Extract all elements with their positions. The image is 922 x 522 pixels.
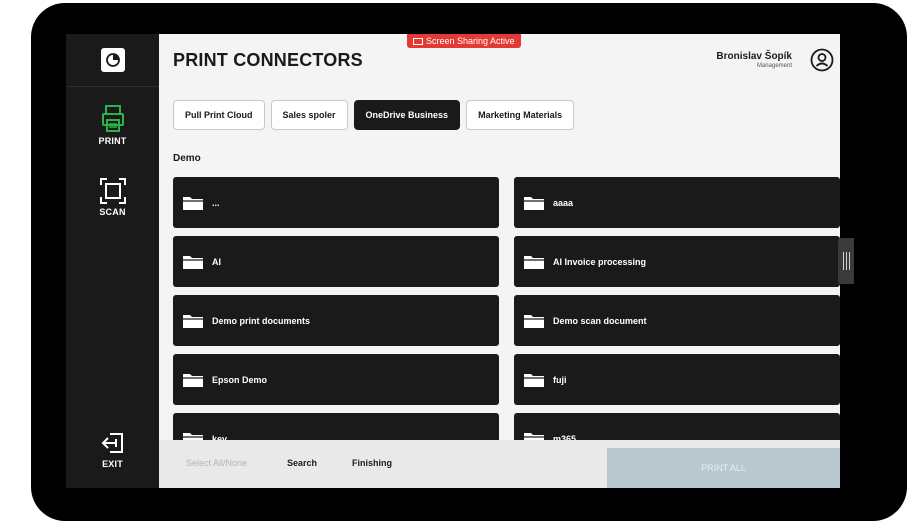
user-role: Management xyxy=(756,63,792,69)
folder-name: Demo print documents xyxy=(212,315,311,326)
connector-tabs: Pull Print Cloud Sales spoler OneDrive B… xyxy=(173,100,575,130)
screen-share-icon xyxy=(413,37,423,45)
folder-icon xyxy=(524,373,544,387)
user-name: Bronislav Šopík xyxy=(716,51,792,62)
finishing-button[interactable]: Finishing xyxy=(352,458,392,468)
folder-icon xyxy=(183,373,203,387)
folder-icon xyxy=(183,314,203,328)
folder-name: Demo scan document xyxy=(553,315,647,326)
folder-icon xyxy=(524,196,544,210)
print-all-button[interactable]: PRINT ALL xyxy=(607,448,840,488)
folder-name: fuji xyxy=(553,374,567,385)
search-button[interactable]: Search xyxy=(287,458,317,468)
scan-icon xyxy=(99,178,126,204)
page-title: PRINT CONNECTORS xyxy=(173,50,363,70)
screen-sharing-text: Screen Sharing Active xyxy=(426,36,515,46)
user-avatar-icon[interactable] xyxy=(810,48,834,72)
main-content: PRINT CONNECTORS Screen Sharing Active B… xyxy=(159,34,840,488)
folder-name: Epson Demo xyxy=(212,374,268,385)
tab-marketing-materials[interactable]: Marketing Materials xyxy=(466,100,575,130)
sidebar-item-label: PRINT xyxy=(98,136,127,146)
folder-item[interactable]: Epson Demo xyxy=(173,354,499,405)
folder-item[interactable]: AI xyxy=(173,236,499,287)
side-drawer-handle[interactable] xyxy=(838,238,854,284)
folder-item[interactable]: ... xyxy=(173,177,499,228)
tab-pull-print-cloud[interactable]: Pull Print Cloud xyxy=(173,100,265,130)
folder-icon xyxy=(183,432,203,440)
sidebar-item-print[interactable]: PRINT xyxy=(66,105,159,146)
folder-icon xyxy=(524,255,544,269)
folder-item[interactable]: aaaa xyxy=(514,177,840,228)
sidebar: PRINT SCAN EXIT xyxy=(66,34,159,488)
folder-name: AI xyxy=(212,256,221,267)
folder-name: aaaa xyxy=(553,197,574,208)
folder-icon xyxy=(183,196,203,210)
folder-icon xyxy=(183,255,203,269)
folder-item[interactable]: kev xyxy=(173,413,499,440)
sidebar-item-scan[interactable]: SCAN xyxy=(66,178,159,217)
folder-name: AI Invoice processing xyxy=(553,256,647,267)
folder-item[interactable]: Demo print documents xyxy=(173,295,499,346)
bottom-action-bar: Select All/None Search Finishing PRINT A… xyxy=(159,440,840,488)
app-logo xyxy=(66,34,159,87)
folder-grid: ... aaaa AI AI Invoice processing Demo p… xyxy=(173,177,840,440)
user-info: Bronislav Šopík Management xyxy=(716,51,792,69)
sidebar-item-label: EXIT xyxy=(102,459,123,469)
screen-sharing-badge: Screen Sharing Active xyxy=(407,34,521,48)
section-label: Demo xyxy=(173,153,201,164)
folder-item[interactable]: AI Invoice processing xyxy=(514,236,840,287)
logo-icon xyxy=(100,48,125,72)
folder-name: ... xyxy=(212,197,220,208)
select-all-button[interactable]: Select All/None xyxy=(186,458,247,468)
folder-icon xyxy=(524,314,544,328)
printer-icon xyxy=(101,105,124,132)
tab-sales-spoler[interactable]: Sales spoler xyxy=(270,100,348,130)
folder-icon xyxy=(524,432,544,440)
sidebar-item-exit[interactable]: EXIT xyxy=(66,430,159,469)
exit-icon xyxy=(101,433,123,453)
folder-item[interactable]: Demo scan document xyxy=(514,295,840,346)
folder-item[interactable]: m365 xyxy=(514,413,840,440)
sidebar-item-label: SCAN xyxy=(99,207,126,217)
app-screen: PRINT SCAN EXIT PRINT CONNECTORS Screen … xyxy=(66,34,840,488)
folder-item[interactable]: fuji xyxy=(514,354,840,405)
tab-onedrive-business[interactable]: OneDrive Business xyxy=(353,100,461,130)
